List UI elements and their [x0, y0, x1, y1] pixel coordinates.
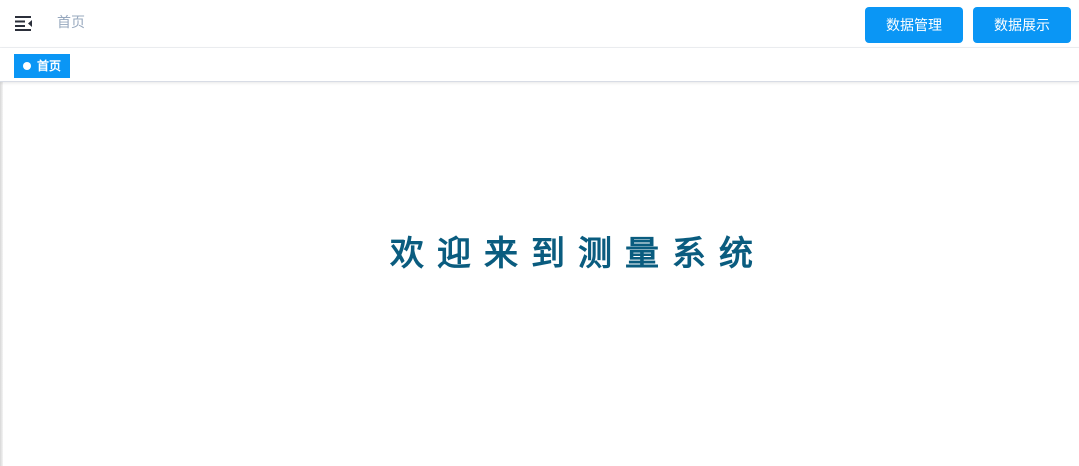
welcome-title: 欢迎来到测量系统	[390, 234, 766, 274]
tags-view-bar: 首页	[0, 48, 1079, 82]
breadcrumb: 首页	[57, 15, 85, 31]
tag-home[interactable]: 首页	[14, 54, 71, 78]
active-dot-icon	[23, 62, 31, 70]
app-root: 首页 数据管理 数据展示 首页 欢迎来到测量系统	[0, 0, 1079, 466]
data-management-button[interactable]: 数据管理	[865, 7, 963, 43]
data-display-button[interactable]: 数据展示	[973, 7, 1071, 43]
hamburger-fold-icon[interactable]	[14, 14, 34, 32]
top-navbar: 首页 数据管理 数据展示	[0, 0, 1079, 48]
tag-label: 首页	[37, 59, 62, 73]
